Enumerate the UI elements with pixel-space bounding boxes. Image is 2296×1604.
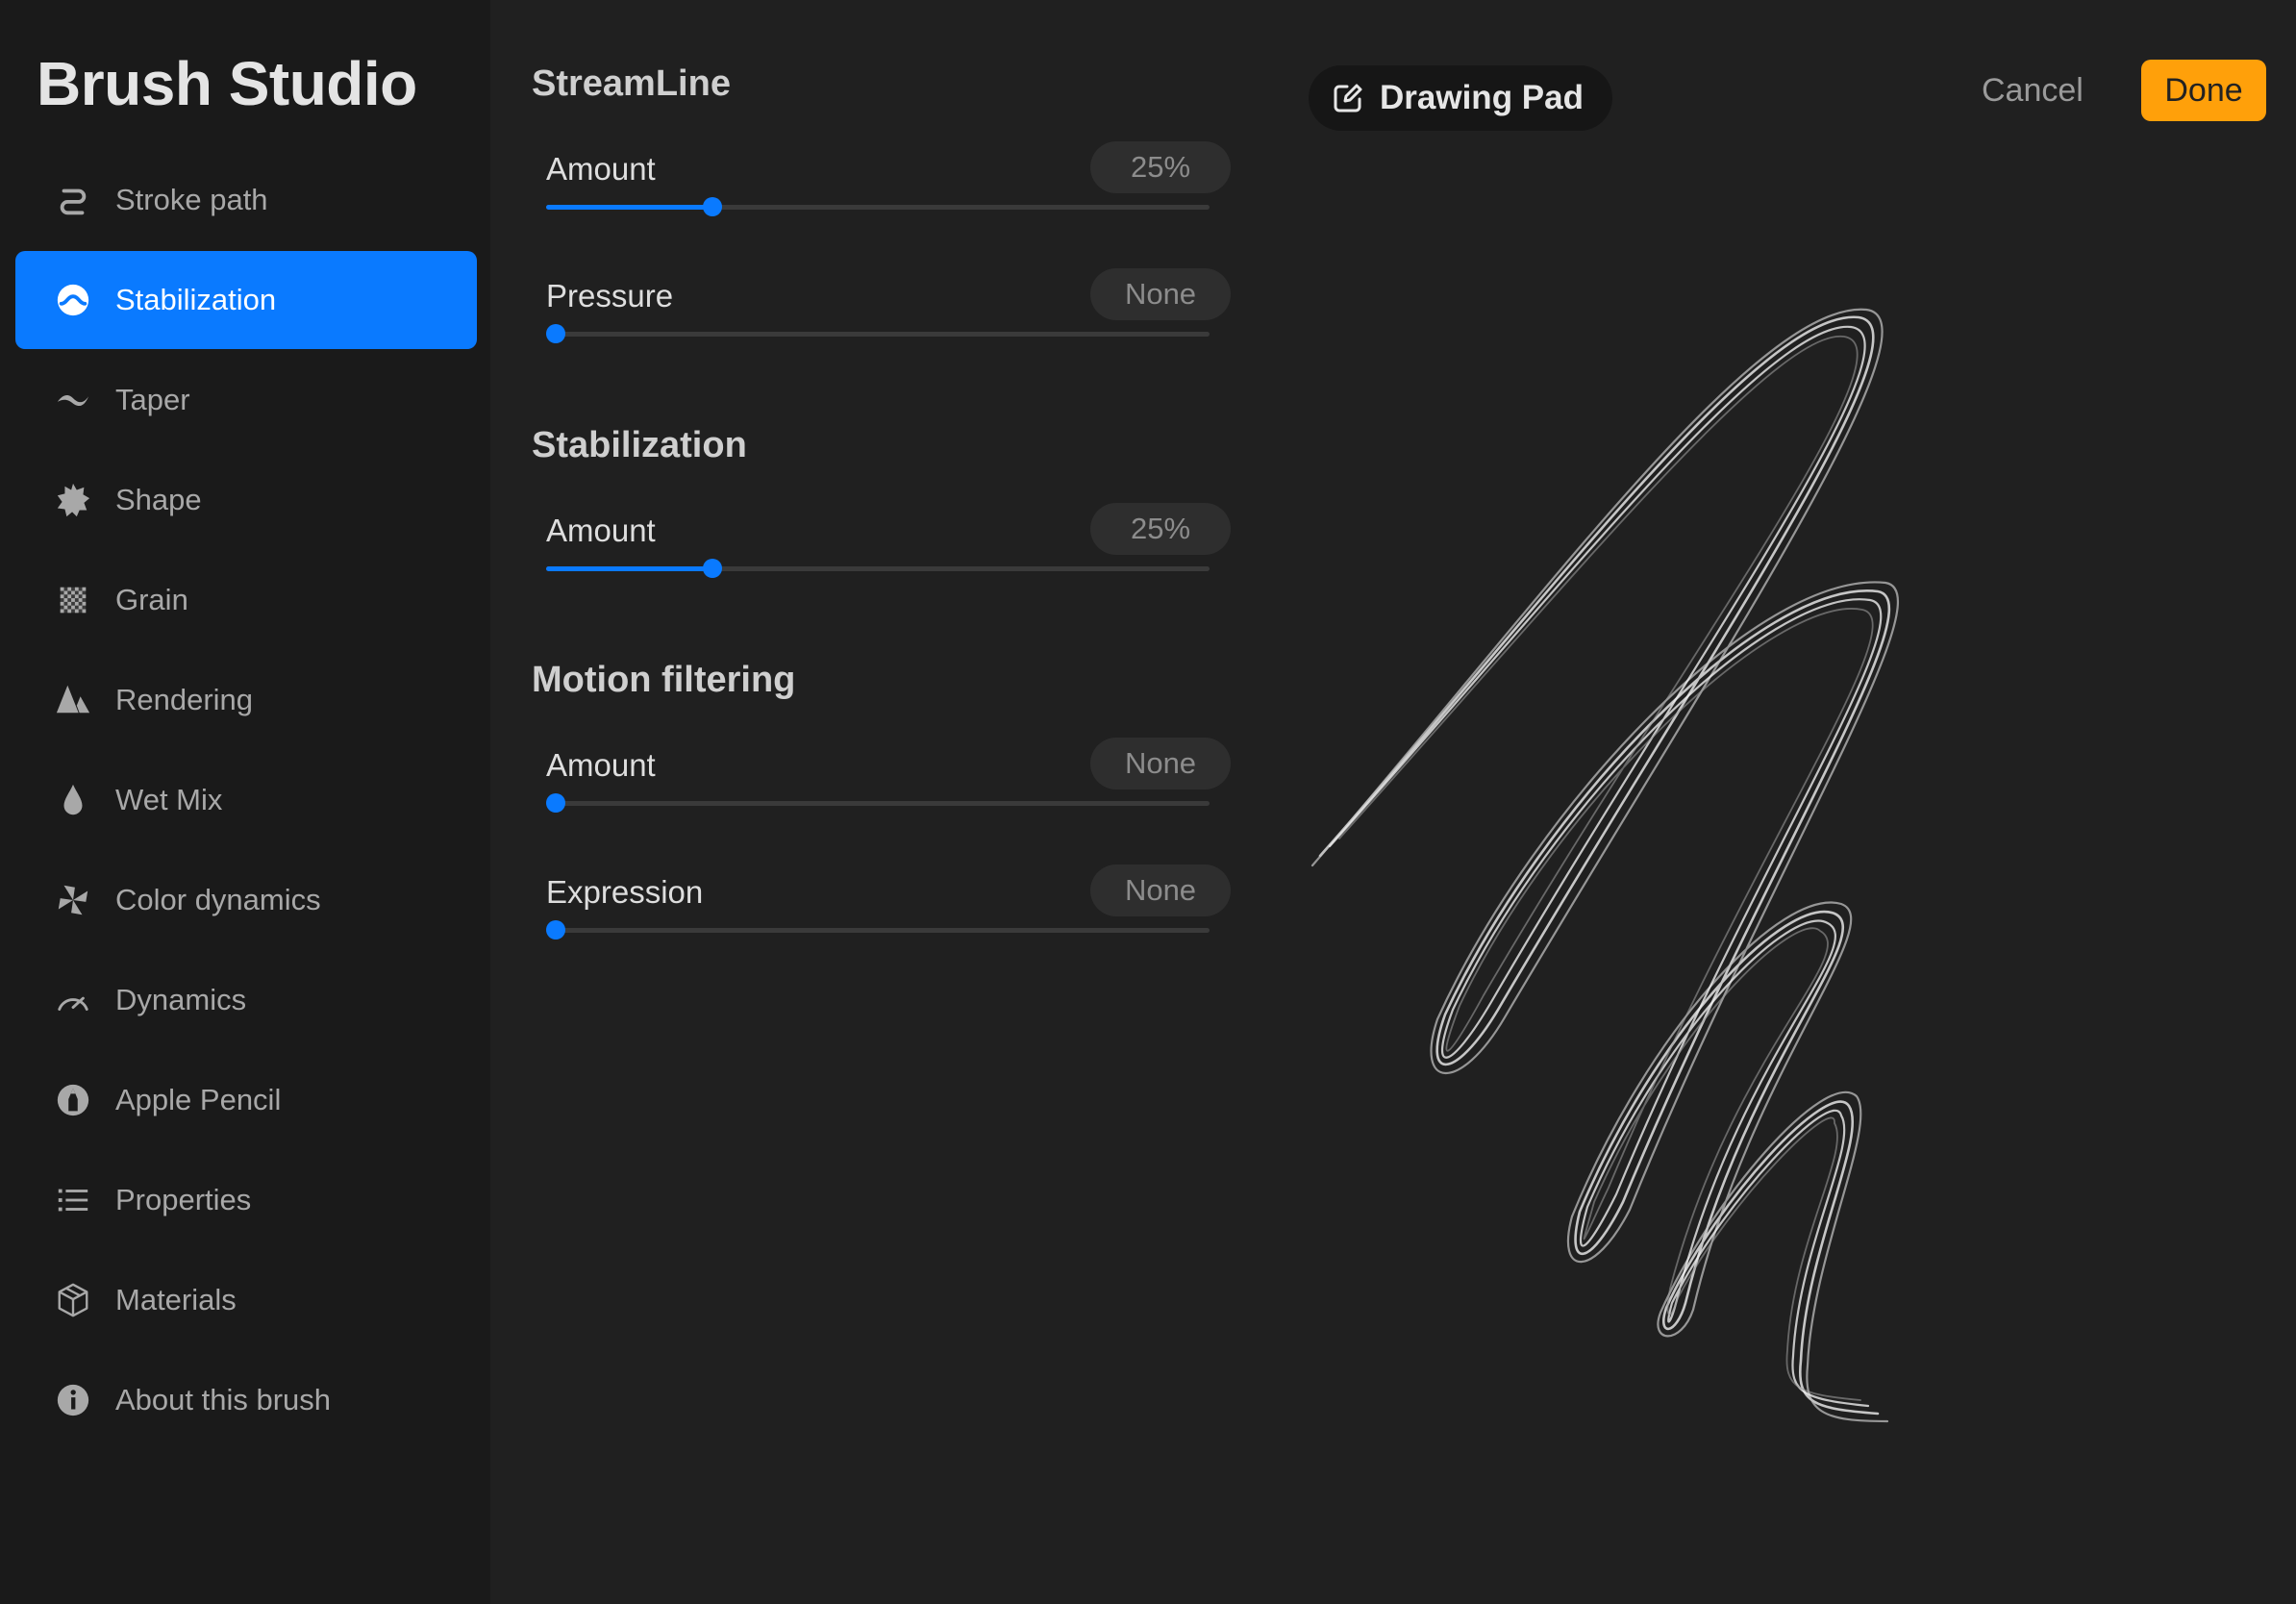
sidebar-item-label: Properties — [115, 1183, 252, 1216]
sidebar-item-label: Taper — [115, 383, 190, 416]
sidebar-item-label: Dynamics — [115, 983, 247, 1016]
properties-icon — [48, 1175, 98, 1225]
sidebar-item-about[interactable]: About this brush — [15, 1351, 477, 1449]
motion-filtering-expression-row: Expression None — [546, 865, 1231, 965]
sidebar-item-color-dynamics[interactable]: Color dynamics — [15, 851, 477, 949]
drawing-pad-chip[interactable]: Drawing Pad — [1309, 65, 1612, 131]
slider-knob[interactable] — [702, 197, 722, 216]
grain-icon — [48, 575, 98, 625]
sidebar-item-grain[interactable]: Grain — [15, 551, 477, 649]
apple-pencil-icon — [48, 1075, 98, 1125]
motion-filtering-expression-slider[interactable] — [546, 920, 1210, 940]
value-pill[interactable]: None — [1090, 865, 1231, 916]
rendering-icon — [48, 675, 98, 725]
slider-track — [546, 332, 1210, 337]
stroke-path-icon — [48, 175, 98, 225]
section-title-motion-filtering: Motion filtering — [532, 660, 796, 700]
sidebar-item-apple-pencil[interactable]: Apple Pencil — [15, 1051, 477, 1149]
sidebar-item-stabilization[interactable]: Stabilization — [15, 251, 477, 349]
cancel-button[interactable]: Cancel — [1982, 65, 2084, 115]
slider-fill — [546, 205, 712, 210]
sidebar: Brush Studio Stroke path Stabilization T… — [0, 0, 490, 1604]
done-button[interactable]: Done — [2141, 60, 2266, 121]
sidebar-item-label: Color dynamics — [115, 883, 321, 916]
sidebar-item-label: Stabilization — [115, 283, 277, 316]
streamline-pressure-slider[interactable] — [546, 324, 1210, 343]
sidebar-nav: Stroke path Stabilization Taper Shape Gr… — [15, 151, 477, 1451]
dynamics-icon — [48, 975, 98, 1025]
slider-track — [546, 801, 1210, 806]
sidebar-item-label: Materials — [115, 1283, 237, 1316]
app-title: Brush Studio — [37, 49, 417, 118]
value-pill[interactable]: 25% — [1090, 503, 1231, 555]
brush-stroke-preview — [1310, 308, 1900, 1423]
sidebar-item-wet-mix[interactable]: Wet Mix — [15, 751, 477, 849]
sidebar-item-label: Shape — [115, 483, 202, 516]
row-label: Pressure — [546, 278, 674, 313]
sidebar-item-label: Grain — [115, 583, 188, 616]
shape-icon — [48, 475, 98, 525]
slider-knob[interactable] — [546, 920, 565, 940]
sidebar-item-properties[interactable]: Properties — [15, 1151, 477, 1249]
sidebar-item-label: About this brush — [115, 1383, 332, 1416]
sidebar-item-shape[interactable]: Shape — [15, 451, 477, 549]
sidebar-item-materials[interactable]: Materials — [15, 1251, 477, 1349]
streamline-amount-slider[interactable] — [546, 197, 1210, 216]
info-icon — [48, 1375, 98, 1425]
section-title-streamline: StreamLine — [532, 63, 731, 104]
row-label: Expression — [546, 874, 704, 910]
sidebar-item-stroke-path[interactable]: Stroke path — [15, 151, 477, 249]
wet-mix-icon — [48, 775, 98, 825]
sidebar-item-label: Rendering — [115, 683, 254, 716]
slider-knob[interactable] — [702, 559, 722, 578]
row-label: Amount — [546, 151, 656, 187]
edit-icon — [1334, 84, 1362, 113]
sidebar-item-label: Apple Pencil — [115, 1083, 282, 1116]
sidebar-item-label: Wet Mix — [115, 783, 223, 816]
value-pill[interactable]: None — [1090, 738, 1231, 789]
streamline-pressure-row: Pressure None — [546, 268, 1231, 368]
motion-filtering-amount-row: Amount None — [546, 738, 1231, 838]
slider-track — [546, 928, 1210, 933]
stabilization-amount-row: Amount 25% — [546, 503, 1231, 603]
color-dynamics-icon — [48, 875, 98, 925]
drawing-pad[interactable]: Drawing Pad Cancel Done — [1262, 0, 2296, 1604]
row-label: Amount — [546, 747, 656, 783]
row-label: Amount — [546, 513, 656, 548]
motion-filtering-amount-slider[interactable] — [546, 793, 1210, 813]
value-pill[interactable]: None — [1090, 268, 1231, 320]
settings-panel: StreamLine Amount 25% Pressure None Stab… — [490, 0, 1262, 1604]
slider-knob[interactable] — [546, 324, 565, 343]
slider-fill — [546, 566, 712, 571]
sidebar-item-label: Stroke path — [115, 183, 268, 216]
sidebar-item-taper[interactable]: Taper — [15, 351, 477, 449]
stabilization-amount-slider[interactable] — [546, 559, 1210, 578]
value-pill[interactable]: 25% — [1090, 141, 1231, 193]
sidebar-item-dynamics[interactable]: Dynamics — [15, 951, 477, 1049]
materials-icon — [48, 1275, 98, 1325]
slider-knob[interactable] — [546, 793, 565, 813]
section-title-stabilization: Stabilization — [532, 425, 747, 465]
drawing-pad-label: Drawing Pad — [1380, 79, 1584, 116]
taper-icon — [48, 375, 98, 425]
streamline-amount-row: Amount 25% — [546, 141, 1231, 241]
stabilization-icon — [48, 275, 98, 325]
sidebar-item-rendering[interactable]: Rendering — [15, 651, 477, 749]
